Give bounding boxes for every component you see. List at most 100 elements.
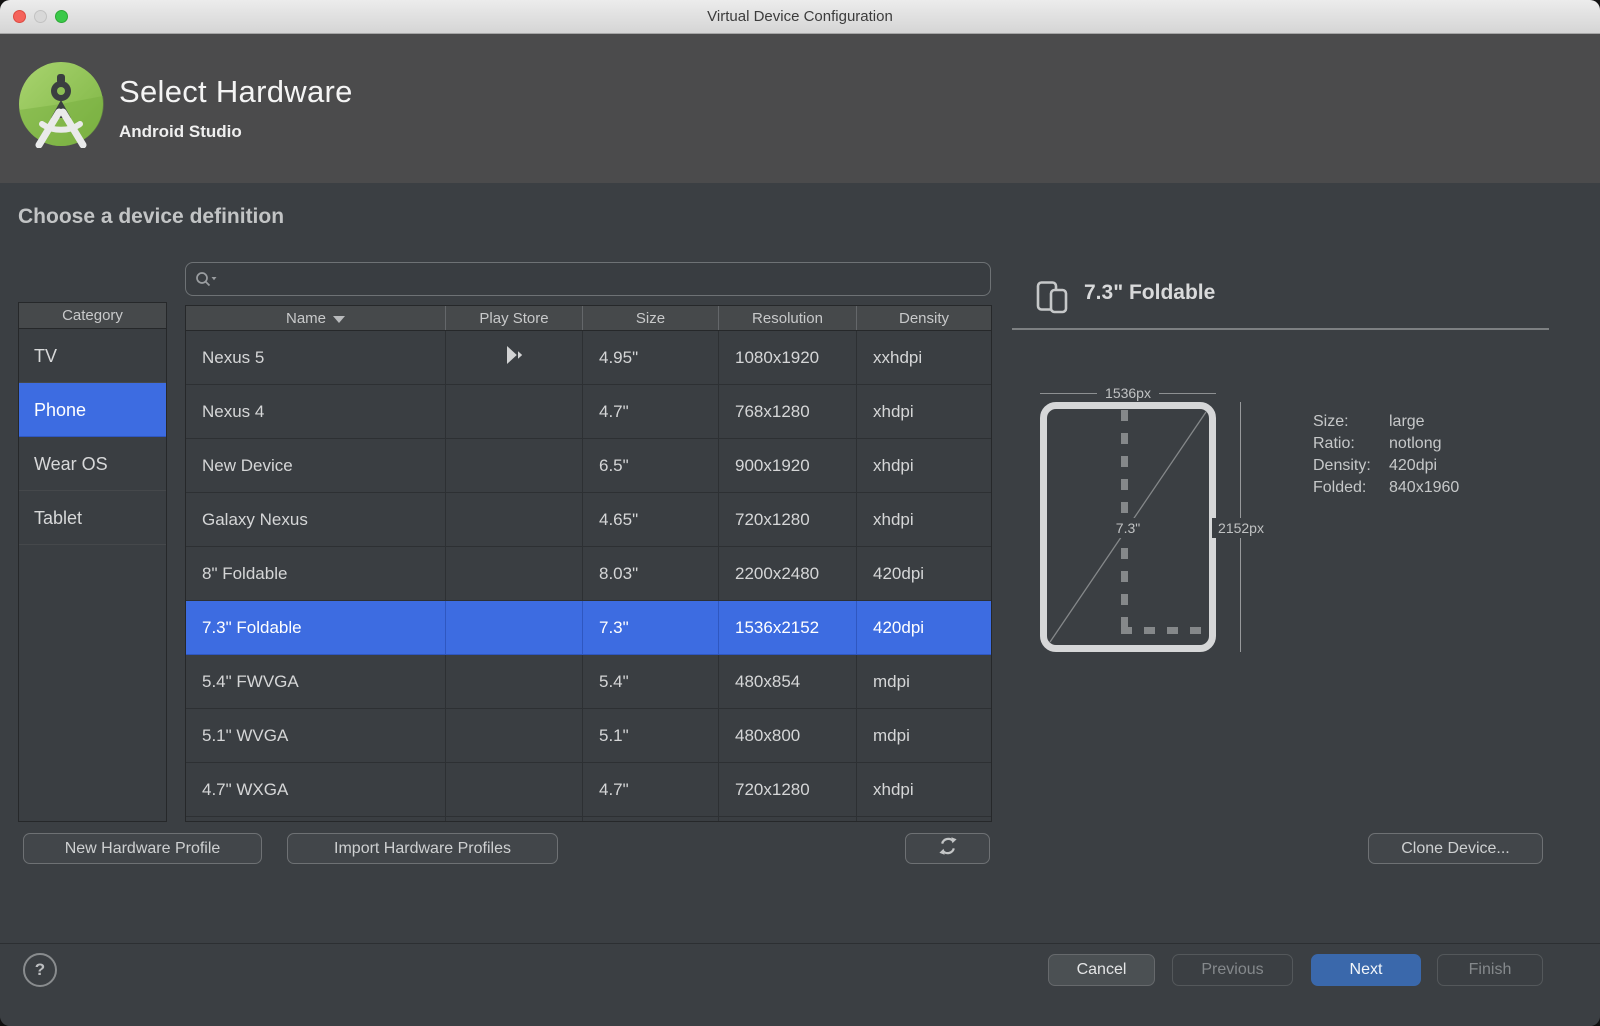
play-store-cell [446,547,583,600]
diagram-height-label: 2152px [1212,518,1270,538]
column-header-name[interactable]: Name [186,306,446,330]
previous-button[interactable]: Previous [1172,954,1293,986]
resolution-cell: 720x1280 [719,763,857,816]
device-row-new-device[interactable]: New Device 6.5" 900x1920 xhdpi [186,439,991,493]
page-title: Select Hardware [119,74,353,109]
density-cell: mdpi [873,725,910,745]
device-table: Name Play Store Size Resolution Density Nexu… [185,305,992,822]
device-row-5-1-wvga[interactable]: 5.1" WVGA 5.1" 480x800 mdpi [186,709,991,763]
play-store-cell [446,385,583,438]
size-cell: 4.7" [583,763,719,816]
spec-value-density: 420dpi [1389,457,1438,474]
resolution-cell: 480x800 [719,709,857,762]
device-pair-icon [1036,278,1068,319]
density-cell: 420dpi [873,617,925,637]
device-row-8-foldable[interactable]: 8" Foldable 8.03" 2200x2480 420dpi [186,547,991,601]
spec-label-size: Size: [1313,413,1349,430]
device-name-cell: 4.7" WXGA [186,763,446,816]
resolution-cell: 2200x2480 [719,547,857,600]
play-store-cell [446,331,583,384]
resolution-cell: 480x854 [719,655,857,708]
size-cell: 4.65" [583,493,719,546]
next-button[interactable]: Next [1311,954,1421,986]
cancel-button[interactable]: Cancel [1048,954,1155,986]
device-row-nexus-4[interactable]: Nexus 4 4.7" 768x1280 xhdpi [186,385,991,439]
device-search-field[interactable] [185,262,991,296]
help-button[interactable]: ? [23,953,57,987]
device-row-galaxy-nexus[interactable]: Galaxy Nexus 4.65" 720x1280 xhdpi [186,493,991,547]
category-item-phone[interactable]: Phone [19,383,166,437]
new-hardware-profile-button[interactable]: New Hardware Profile [23,833,262,864]
minimize-window-button[interactable] [34,10,47,23]
spec-value-folded: 840x1960 [1389,479,1460,496]
size-cell: 4.7" [583,385,719,438]
titlebar: Virtual Device Configuration [0,0,1600,34]
density-cell: xhdpi [873,509,914,529]
device-name-cell: 5.1" WVGA [186,709,446,762]
play-store-cell [446,763,583,816]
refresh-icon [938,836,958,861]
density-cell: 420dpi [873,563,925,583]
spec-value-size: large [1389,413,1425,430]
category-item-tv[interactable]: TV [19,329,166,383]
device-name-cell: 7.3" Foldable [186,601,446,654]
device-name-cell: Nexus 5 [186,331,446,384]
device-name-cell: Galaxy Nexus [186,493,446,546]
category-item-tablet[interactable]: Tablet [19,491,166,545]
device-row-partial [186,817,991,821]
page-subtitle: Android Studio [119,122,242,141]
resolution-cell: 900x1920 [719,439,857,492]
category-column-header: Category [19,303,166,329]
finish-button[interactable]: Finish [1437,954,1543,986]
sort-descending-icon [333,315,345,323]
density-cell: xhdpi [873,401,914,421]
play-store-cell [446,493,583,546]
size-cell: 5.4" [583,655,719,708]
resolution-cell: 720x1280 [719,493,857,546]
search-input[interactable] [224,270,982,288]
density-cell: mdpi [873,671,910,691]
refresh-button[interactable] [905,833,990,864]
diagram-width-label: 1536px [1105,385,1151,401]
play-store-cell [446,709,583,762]
size-cell: 4.95" [583,331,719,384]
clone-device-button[interactable]: Clone Device... [1368,833,1543,864]
close-window-button[interactable] [13,10,26,23]
size-cell: 5.1" [583,709,719,762]
device-row-7-3-foldable[interactable]: 7.3" Foldable 7.3" 1536x2152 420dpi [186,601,991,655]
device-table-header: Name Play Store Size Resolution Density [186,306,991,331]
column-header-play-store[interactable]: Play Store [446,306,583,330]
search-icon [194,270,218,288]
size-cell: 6.5" [583,439,719,492]
device-specs: Size: large Ratio: notlong Density: 420dpi Fol… [1313,411,1459,499]
size-cell: 8.03" [583,547,719,600]
device-row-4-7-wxga[interactable]: 4.7" WXGA 4.7" 720x1280 xhdpi [186,763,991,817]
column-header-density[interactable]: Density [857,306,991,330]
traffic-lights [13,10,68,23]
fold-line-horizontal [1121,627,1209,634]
wizard-header: Select Hardware Android Studio [0,34,1600,183]
play-store-cell [446,655,583,708]
device-name-cell: Nexus 4 [186,385,446,438]
spec-label-ratio: Ratio: [1313,435,1355,452]
device-name-cell: New Device [186,439,446,492]
play-store-icon [505,345,524,370]
density-cell: xxhdpi [873,347,923,367]
spec-label-folded: Folded: [1313,479,1367,496]
window-title: Virtual Device Configuration [707,8,893,25]
diagram-width-measure: 1536px [1040,385,1216,401]
size-cell: 7.3" [583,601,719,654]
column-header-resolution[interactable]: Resolution [719,306,857,330]
device-row-5-4-fwvga[interactable]: 5.4" FWVGA 5.4" 480x854 mdpi [186,655,991,709]
zoom-window-button[interactable] [55,10,68,23]
density-cell: xhdpi [873,779,914,799]
column-header-size[interactable]: Size [583,306,719,330]
section-title: Choose a device definition [18,205,285,228]
detail-device-title: 7.3" Foldable [1084,281,1216,304]
detail-separator [1012,328,1549,330]
import-hardware-profiles-button[interactable]: Import Hardware Profiles [287,833,558,864]
device-row-nexus-5[interactable]: Nexus 5 4.95" 1080x1920 xxhdpi [186,331,991,385]
category-item-wear-os[interactable]: Wear OS [19,437,166,491]
diagram-diagonal-label: 7.3" [1104,518,1152,538]
category-panel: Category TV Phone Wear OS Tablet [18,302,167,822]
